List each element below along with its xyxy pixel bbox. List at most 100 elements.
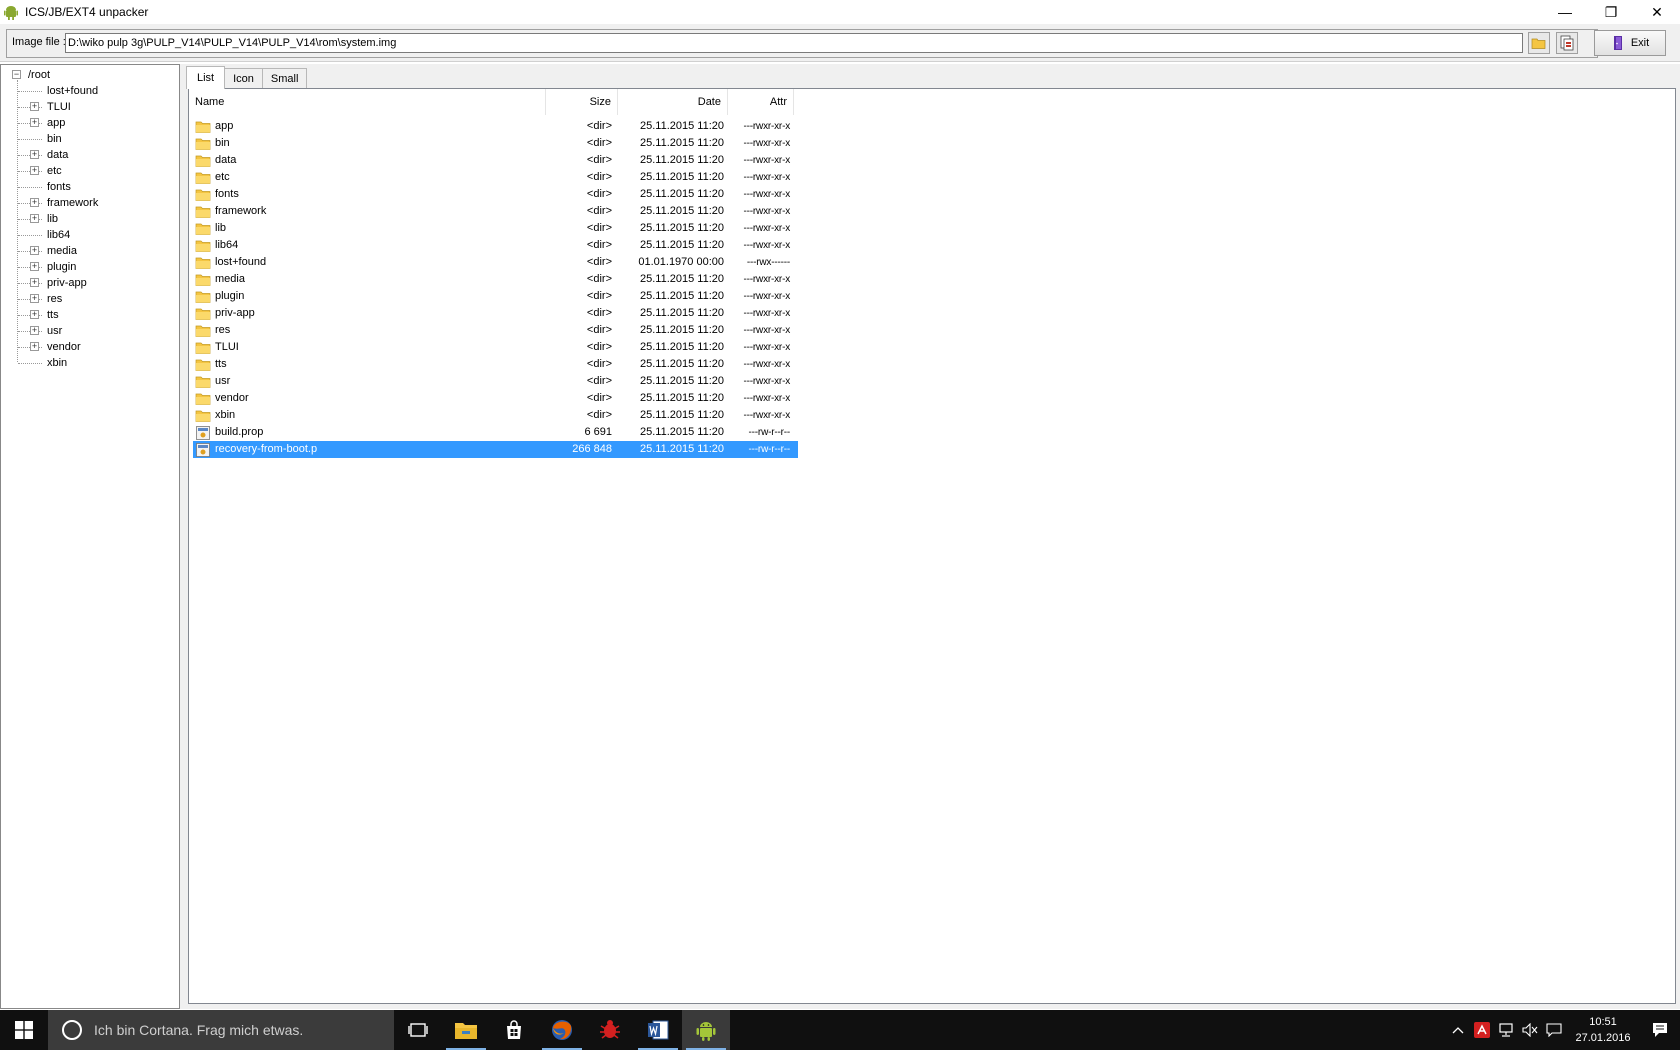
tree-item[interactable]: vendor xyxy=(47,339,81,355)
volume-tray-button[interactable] xyxy=(1518,1010,1542,1050)
tree-item[interactable]: app xyxy=(47,115,65,131)
file-name-cell: fonts xyxy=(193,186,546,203)
word-button[interactable] xyxy=(634,1010,682,1050)
file-row[interactable]: framework <dir> 25.11.2015 11:20 ---rwxr-xr… xyxy=(193,203,798,220)
folder-icon xyxy=(195,222,211,236)
message-tray-button[interactable] xyxy=(1542,1010,1566,1050)
tab-icon[interactable]: Icon xyxy=(224,68,263,88)
tree-item[interactable]: framework xyxy=(47,195,98,211)
restore-button[interactable]: ❐ xyxy=(1588,0,1634,24)
image-file-input[interactable] xyxy=(65,33,1523,53)
tree-item[interactable]: xbin xyxy=(47,355,67,371)
tree-item[interactable]: res xyxy=(47,291,62,307)
tree-item[interactable]: tts xyxy=(47,307,59,323)
file-row[interactable]: lost+found <dir> 01.01.1970 00:00 ---rwx---… xyxy=(193,254,798,271)
file-row[interactable]: tts <dir> 25.11.2015 11:20 ---rwxr-xr-x xyxy=(193,356,798,373)
file-size: <dir> xyxy=(586,324,612,336)
tray-overflow-button[interactable] xyxy=(1446,1010,1470,1050)
file-attr: ---rwxr-xr-x xyxy=(743,274,791,285)
tree-expand-toggle[interactable]: + xyxy=(30,342,39,351)
folder-tree[interactable]: −/root lost+found + TLUI + app bin + data + etc fon… xyxy=(0,64,180,1009)
network-tray-button[interactable] xyxy=(1494,1010,1518,1050)
exit-button[interactable]: Exit xyxy=(1594,30,1666,56)
tree-expand-toggle[interactable]: + xyxy=(30,294,39,303)
tree-item[interactable]: lib64 xyxy=(47,227,70,243)
file-row[interactable]: vendor <dir> 25.11.2015 11:20 ---rwxr-xr-x xyxy=(193,390,798,407)
tree-expand-toggle[interactable]: + xyxy=(30,246,39,255)
tree-item[interactable]: lost+found xyxy=(47,83,98,99)
file-explorer-button[interactable] xyxy=(442,1010,490,1050)
close-button[interactable]: ✕ xyxy=(1634,0,1680,24)
tree-expand-toggle[interactable]: + xyxy=(30,326,39,335)
file-name: TLUI xyxy=(215,341,239,353)
file-row[interactable]: lib <dir> 25.11.2015 11:20 ---rwxr-xr-x xyxy=(193,220,798,237)
file-row[interactable]: etc <dir> 25.11.2015 11:20 ---rwxr-xr-x xyxy=(193,169,798,186)
clock[interactable]: 10:51 27.01.2016 xyxy=(1566,1014,1640,1046)
file-name: res xyxy=(215,324,231,336)
task-view-button[interactable] xyxy=(394,1010,442,1050)
tab-list[interactable]: List xyxy=(186,66,226,89)
file-row[interactable]: TLUI <dir> 25.11.2015 11:20 ---rwxr-xr-x xyxy=(193,339,798,356)
file-row[interactable]: data <dir> 25.11.2015 11:20 ---rwxr-xr-x xyxy=(193,152,798,169)
bug-tool-button[interactable] xyxy=(586,1010,634,1050)
tree-item[interactable]: plugin xyxy=(47,259,76,275)
tree-expand-toggle[interactable]: + xyxy=(30,150,39,159)
tree-item[interactable]: data xyxy=(47,147,68,163)
file-attr: ---rwx------ xyxy=(746,257,790,268)
tree-item[interactable]: bin xyxy=(47,131,62,147)
tree-root[interactable]: /root xyxy=(28,67,50,83)
minimize-button[interactable]: — xyxy=(1542,0,1588,24)
tree-expand-toggle[interactable]: + xyxy=(30,214,39,223)
action-center-button[interactable] xyxy=(1640,1010,1680,1050)
file-row[interactable]: app <dir> 25.11.2015 11:20 ---rwxr-xr-x xyxy=(193,118,798,135)
tree-item[interactable]: priv-app xyxy=(47,275,87,291)
file-row[interactable]: recovery-from-boot.p 266 848 25.11.2015 11… xyxy=(193,441,798,458)
tree-expand-toggle[interactable]: + xyxy=(30,262,39,271)
file-row[interactable]: xbin <dir> 25.11.2015 11:20 ---rwxr-xr-x xyxy=(193,407,798,424)
file-row[interactable]: res <dir> 25.11.2015 11:20 ---rwxr-xr-x xyxy=(193,322,798,339)
file-row[interactable]: fonts <dir> 25.11.2015 11:20 ---rwxr-xr-x xyxy=(193,186,798,203)
tree-expand-toggle[interactable]: + xyxy=(30,310,39,319)
folder-icon xyxy=(195,256,211,270)
file-date: 25.11.2015 11:20 xyxy=(639,307,724,319)
column-size[interactable]: Size xyxy=(546,89,618,115)
tree-expand-toggle[interactable]: + xyxy=(30,278,39,287)
file-row[interactable]: plugin <dir> 25.11.2015 11:20 ---rwxr-xr-x xyxy=(193,288,798,305)
file-row[interactable]: lib64 <dir> 25.11.2015 11:20 ---rwxr-xr-x xyxy=(193,237,798,254)
tree-expand-toggle[interactable]: + xyxy=(30,102,39,111)
tree-item[interactable]: etc xyxy=(47,163,62,179)
tree-expand-toggle[interactable]: + xyxy=(30,166,39,175)
extract-button[interactable] xyxy=(1556,32,1578,54)
tree-item[interactable]: usr xyxy=(47,323,62,339)
column-attr[interactable]: Attr xyxy=(728,89,794,115)
tree-expand-toggle[interactable]: + xyxy=(30,118,39,127)
column-date[interactable]: Date xyxy=(618,89,728,115)
file-row[interactable]: usr <dir> 25.11.2015 11:20 ---rwxr-xr-x xyxy=(193,373,798,390)
file-date: 25.11.2015 11:20 xyxy=(639,324,724,336)
file-list[interactable]: Name Size Date Attr app <dir> 25.11.2015 1… xyxy=(188,88,1676,1004)
android-unpacker-button[interactable] xyxy=(682,1010,730,1050)
store-button[interactable] xyxy=(490,1010,538,1050)
file-row[interactable]: build.prop 6 691 25.11.2015 11:20 ---rw-r--… xyxy=(193,424,798,441)
file-name-cell: usr xyxy=(193,373,546,390)
tree-item[interactable]: media xyxy=(47,243,77,259)
file-row[interactable]: priv-app <dir> 25.11.2015 11:20 ---rwxr-xr-… xyxy=(193,305,798,322)
cortana-search-box[interactable]: Ich bin Cortana. Frag mich etwas. xyxy=(48,1010,394,1050)
antivirus-tray-button[interactable] xyxy=(1470,1010,1494,1050)
file-attr: ---rwxr-xr-x xyxy=(743,342,791,353)
start-button[interactable] xyxy=(0,1010,48,1050)
tree-item[interactable]: fonts xyxy=(47,179,71,195)
firefox-button[interactable] xyxy=(538,1010,586,1050)
root-collapse-toggle[interactable]: − xyxy=(12,70,21,79)
column-name[interactable]: Name xyxy=(189,89,546,115)
file-date: 25.11.2015 11:20 xyxy=(639,358,724,370)
tab-small[interactable]: Small xyxy=(261,68,308,88)
file-date: 01.01.1970 00:00 xyxy=(638,256,724,268)
tree-item[interactable]: lib xyxy=(47,211,58,227)
open-folder-button[interactable] xyxy=(1528,32,1550,54)
cortana-icon xyxy=(62,1020,82,1040)
tree-expand-toggle[interactable]: + xyxy=(30,198,39,207)
file-row[interactable]: bin <dir> 25.11.2015 11:20 ---rwxr-xr-x xyxy=(193,135,798,152)
file-row[interactable]: media <dir> 25.11.2015 11:20 ---rwxr-xr-x xyxy=(193,271,798,288)
tree-item[interactable]: TLUI xyxy=(47,99,71,115)
